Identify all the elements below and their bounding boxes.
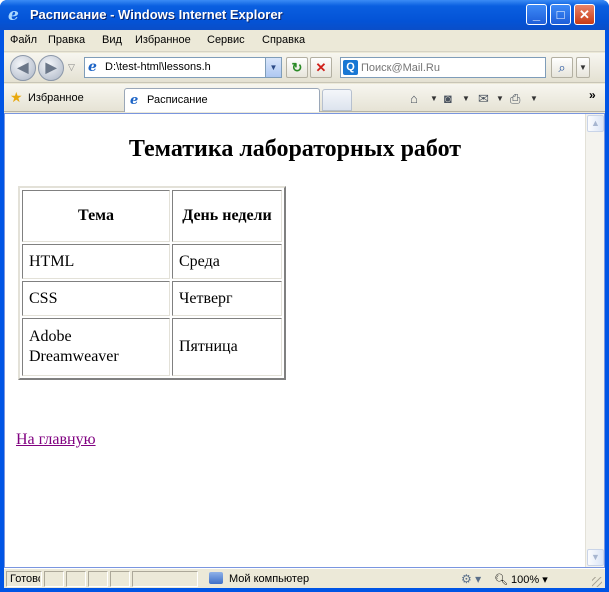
favorites-star-icon[interactable]: ★ xyxy=(10,89,23,106)
table-row: CSS Четверг xyxy=(22,281,282,316)
favorites-button[interactable]: Избранное xyxy=(28,92,84,104)
maximize-button[interactable]: □ xyxy=(550,4,571,25)
chevron-more-icon[interactable]: » xyxy=(589,88,596,102)
table-cell: Среда xyxy=(172,244,282,279)
table-row: Adobe Dreamweaver Пятница xyxy=(22,318,282,376)
status-cell xyxy=(44,571,64,587)
menu-edit[interactable]: Правка xyxy=(48,34,85,46)
vertical-scrollbar[interactable]: ▲ ▼ xyxy=(585,114,604,567)
page-title: Тематика лабораторных работ xyxy=(128,136,462,162)
history-dropdown-icon[interactable]: ▽ xyxy=(68,62,75,73)
resize-grip-icon[interactable] xyxy=(592,577,602,587)
mail-icon[interactable]: ✉ xyxy=(478,91,489,107)
print-dropdown-icon[interactable]: ▼ xyxy=(530,94,538,103)
column-header-day: День недели xyxy=(172,190,282,242)
computer-zone-icon xyxy=(209,572,223,584)
menu-view[interactable]: Вид xyxy=(102,34,122,46)
browser-chrome: Файл Правка Вид Избранное Сервис Справка… xyxy=(4,30,605,588)
rss-feed-icon[interactable]: ◙ xyxy=(444,91,452,106)
table-cell: Четверг xyxy=(172,281,282,316)
column-header-topic: Тема xyxy=(22,190,170,242)
menu-bar: Файл Правка Вид Избранное Сервис Справка xyxy=(4,30,605,52)
tab-label: Расписание xyxy=(147,94,208,106)
menu-help[interactable]: Справка xyxy=(262,34,305,46)
zoom-level[interactable]: 🔍︎ 100% ▾ xyxy=(494,573,548,586)
search-box[interactable]: Q xyxy=(340,57,546,78)
status-cell xyxy=(110,571,130,587)
table-row: HTML Среда xyxy=(22,244,282,279)
search-magnifier-icon[interactable]: ⌕ xyxy=(551,57,573,78)
table-header-row: Тема День недели xyxy=(22,190,282,242)
home-link[interactable]: На главную xyxy=(16,431,96,449)
search-options-icon[interactable]: ▼ xyxy=(576,57,590,78)
address-bar[interactable]: e D:\test-html\lessons.h ▼ xyxy=(84,57,282,78)
back-arrow-icon[interactable]: ◀ xyxy=(10,55,36,81)
mailru-search-icon: Q xyxy=(343,60,358,75)
menu-favorites[interactable]: Избранное xyxy=(135,34,191,46)
zoom-value: 100% xyxy=(511,574,540,586)
status-cell xyxy=(66,571,86,587)
search-input[interactable] xyxy=(361,59,541,76)
table-cell: Adobe Dreamweaver xyxy=(22,318,170,376)
print-icon[interactable]: ⎙ xyxy=(510,91,520,107)
lessons-table: Тема День недели HTML Среда CSS Четверг … xyxy=(18,186,286,380)
address-dropdown-icon[interactable]: ▼ xyxy=(265,58,281,77)
home-dropdown-icon[interactable]: ▼ xyxy=(430,94,438,103)
page-viewport: Тематика лабораторных работ Тема День не… xyxy=(4,113,605,568)
tab-ie-icon: e xyxy=(130,93,139,108)
stop-icon[interactable]: ✕ xyxy=(310,57,332,78)
navigation-bar: ◀ ▶ ▽ e D:\test-html\lessons.h ▼ ↻ ✕ Q ⌕… xyxy=(4,53,605,83)
mail-dropdown-icon[interactable]: ▼ xyxy=(496,94,504,103)
refresh-icon[interactable]: ↻ xyxy=(286,57,308,78)
minimize-button[interactable]: _ xyxy=(526,4,547,25)
title-bar[interactable]: e Расписание - Windows Internet Explorer… xyxy=(0,0,609,30)
window-title: Расписание - Windows Internet Explorer xyxy=(30,7,283,22)
tab-schedule[interactable]: e Расписание xyxy=(124,88,320,112)
status-bar: Готово Мой компьютер ⚙ ▾ 🔍︎ 100% ▾ xyxy=(4,568,605,588)
feed-dropdown-icon[interactable]: ▼ xyxy=(462,94,470,103)
menu-tools[interactable]: Сервис xyxy=(207,34,245,46)
ie-logo-icon: e xyxy=(8,5,19,25)
scroll-down-icon[interactable]: ▼ xyxy=(587,549,604,566)
home-icon[interactable]: ⌂ xyxy=(410,91,418,106)
table-cell: Пятница xyxy=(172,318,282,376)
table-cell: HTML xyxy=(22,244,170,279)
forward-arrow-icon[interactable]: ▶ xyxy=(38,55,64,81)
status-text: Готово xyxy=(10,573,40,585)
menu-file[interactable]: Файл xyxy=(10,34,37,46)
address-input[interactable]: D:\test-html\lessons.h xyxy=(105,61,260,73)
new-tab-button[interactable] xyxy=(322,89,352,111)
status-text-cell: Готово xyxy=(6,571,42,587)
page-icon: e xyxy=(88,59,97,75)
ie-window: e Расписание - Windows Internet Explorer… xyxy=(0,0,609,592)
status-cell xyxy=(88,571,108,587)
favorites-bar: ★ Избранное e Расписание ⌂ ▼ ◙ ▼ ✉ ▼ ⎙ ▼… xyxy=(4,84,605,112)
protected-mode-icon[interactable]: ⚙ ▾ xyxy=(461,572,481,586)
scroll-up-icon[interactable]: ▲ xyxy=(587,115,604,132)
status-cell xyxy=(132,571,198,587)
security-zone-label: Мой компьютер xyxy=(229,573,310,585)
table-cell: CSS xyxy=(22,281,170,316)
close-button[interactable]: ✕ xyxy=(574,4,595,25)
